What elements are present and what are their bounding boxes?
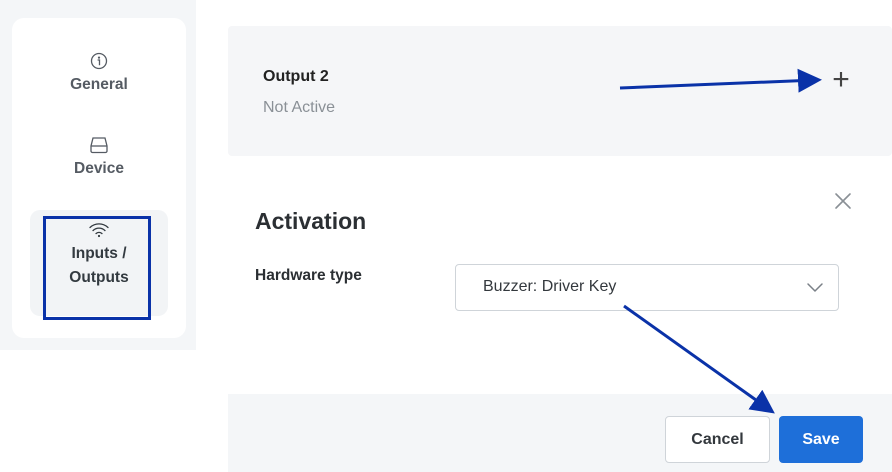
info-circle-icon	[90, 52, 108, 70]
sidebar-item-inputs-outputs[interactable]: Inputs / Outputs	[30, 210, 168, 316]
sidebar-item-label: Inputs / Outputs	[69, 245, 129, 286]
output-card	[228, 26, 892, 156]
hardware-type-value: Buzzer: Driver Key	[483, 278, 617, 295]
hardware-type-select[interactable]: Buzzer: Driver Key	[455, 264, 839, 311]
sidebar-item-label: Device	[74, 160, 124, 177]
plus-icon: +	[832, 63, 850, 96]
sidebar-item-label: General	[70, 76, 128, 93]
close-button[interactable]	[832, 190, 854, 212]
cancel-button[interactable]: Cancel	[665, 416, 770, 463]
sidebar-item-device[interactable]: Device	[30, 136, 168, 178]
add-output-button[interactable]: +	[828, 65, 854, 95]
sidebar-item-general[interactable]: General	[30, 52, 168, 94]
activation-title: Activation	[255, 208, 367, 234]
close-icon	[835, 193, 851, 209]
save-button[interactable]: Save	[779, 416, 863, 463]
wifi-icon	[89, 223, 109, 238]
hardware-type-label: Hardware type	[255, 267, 362, 284]
chevron-down-icon	[807, 283, 823, 292]
output-status: Not Active	[263, 99, 336, 116]
output-title: Output 2	[263, 68, 329, 85]
device-icon	[90, 137, 108, 154]
